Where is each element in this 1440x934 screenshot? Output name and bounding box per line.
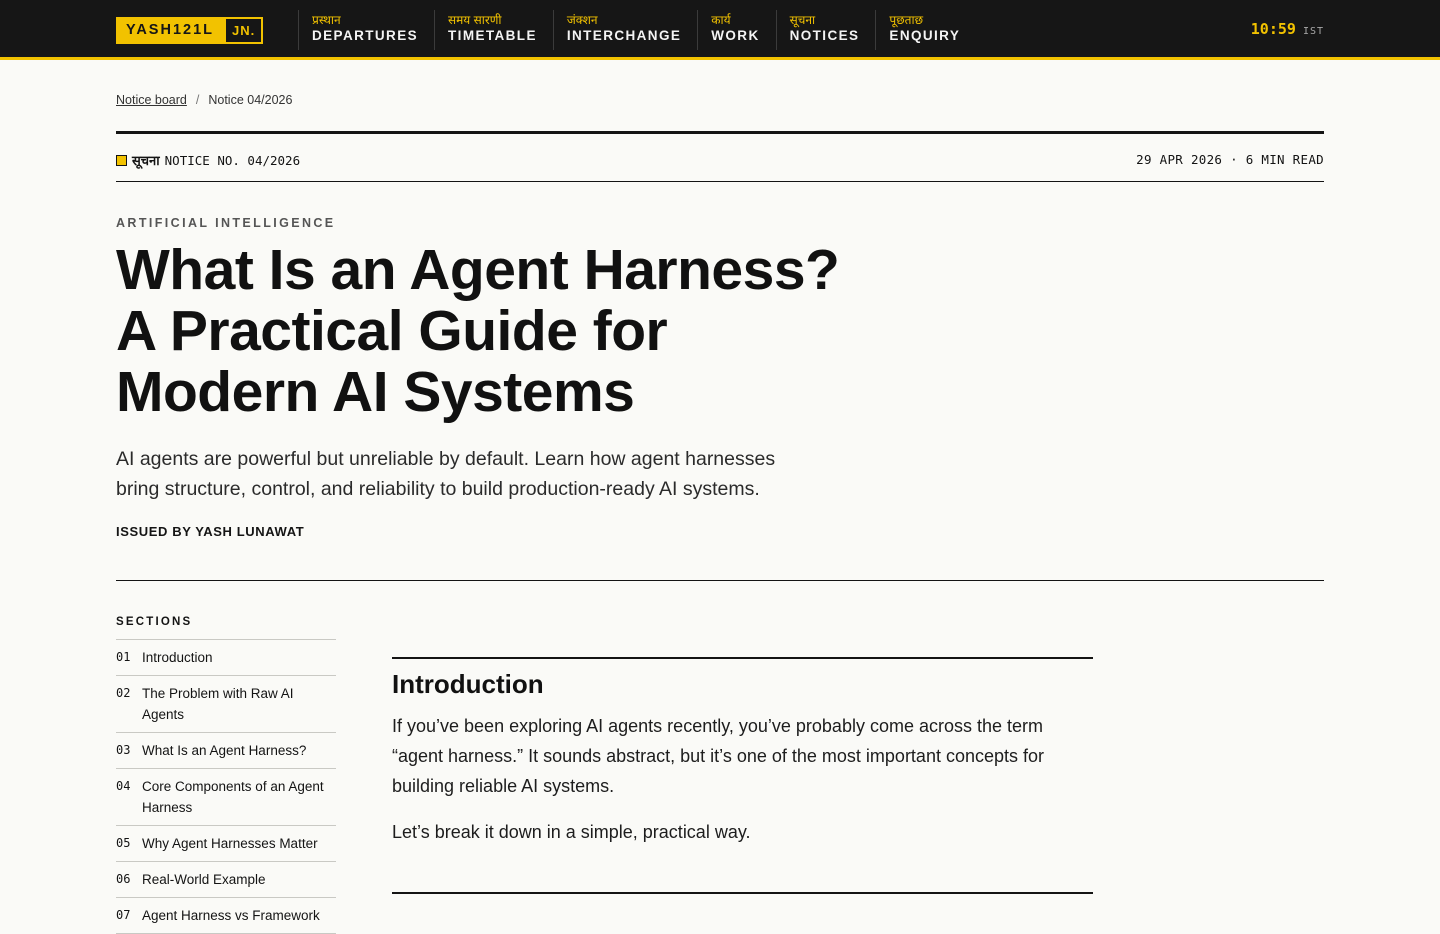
section-rule: [392, 892, 1093, 894]
nav-item-notices[interactable]: सूचना NOTICES: [775, 10, 876, 50]
toc-item-label: Introduction: [142, 650, 213, 665]
article-byline: ISSUED BY YASH LUNAWAT: [116, 524, 305, 539]
article-title-line: What Is an Agent Harness?: [116, 238, 840, 302]
section-rule: [392, 657, 1093, 659]
toc-item-number: 03: [116, 743, 131, 757]
toc-item-number: 04: [116, 779, 131, 793]
toc-item-number: 01: [116, 650, 131, 664]
site-logo[interactable]: YASH121L JN.: [116, 17, 264, 44]
notice-date-read-time: 29 APR 2026 · 6 MIN READ: [1136, 152, 1324, 167]
toc-item-number: 06: [116, 872, 131, 886]
sections-toc: SECTIONS 01 Introduction 02 The Problem …: [116, 616, 336, 934]
nav-item-hindi-label: प्रस्थान: [312, 13, 341, 27]
nav-item-hindi-label: पूछताछ: [889, 13, 924, 27]
breadcrumb: Notice board / Notice 04/2026: [116, 93, 292, 107]
toc-item-core-components[interactable]: 04 Core Components of an Agent Harness: [116, 769, 336, 826]
section-heading: Introduction: [392, 669, 544, 699]
nav-item-label: INTERCHANGE: [566, 28, 682, 43]
toc-item-label: Real-World Example: [142, 872, 266, 887]
article-title: What Is an Agent Harness? A Practical Gu…: [116, 240, 1016, 423]
article-title-line: A Practical Guide for: [116, 299, 668, 363]
breadcrumb-notice-board-link[interactable]: Notice board: [116, 93, 187, 107]
toc-item-label: The Problem with Raw AI Agents: [142, 686, 294, 722]
nav-item-hindi-label: जंक्शन: [566, 13, 598, 27]
toc-item-label: Agent Harness vs Framework: [142, 908, 320, 923]
toc-item-label: Why Agent Harnesses Matter: [142, 836, 318, 851]
article-dek: AI agents are powerful but unreliable by…: [116, 448, 776, 500]
notice-hindi-label: सूचना: [132, 154, 160, 169]
main-nav: प्रस्थान DEPARTURES समय सारणी TIMETABLE …: [298, 10, 976, 50]
toc-item-label: What Is an Agent Harness?: [142, 743, 307, 758]
toc-item-harness-vs-framework[interactable]: 07 Agent Harness vs Framework: [116, 898, 336, 934]
toc-item-real-world-example[interactable]: 06 Real-World Example: [116, 862, 336, 898]
article-body: Introduction If you’ve been exploring AI…: [392, 657, 1093, 894]
nav-item-enquiry[interactable]: पूछताछ ENQUIRY: [875, 10, 976, 50]
notice-number-block: सूचना NOTICE NO. 04/2026: [116, 151, 300, 169]
toc-item-introduction[interactable]: 01 Introduction: [116, 640, 336, 676]
logo-suffix: JN.: [224, 19, 262, 42]
logo-name: YASH121L: [118, 19, 225, 42]
toc-item-number: 07: [116, 908, 131, 922]
breadcrumb-separator: /: [195, 93, 200, 107]
clock-time: 10:59: [1250, 20, 1296, 38]
notice-meta-row: सूचना NOTICE NO. 04/2026 29 APR 2026 · 6…: [116, 131, 1324, 182]
nav-item-work[interactable]: कार्य WORK: [697, 10, 775, 50]
notice-number: NOTICE NO. 04/2026: [164, 152, 301, 168]
nav-item-departures[interactable]: प्रस्थान DEPARTURES: [298, 10, 434, 50]
toc-title: SECTIONS: [116, 616, 336, 640]
nav-item-label: NOTICES: [789, 28, 860, 43]
toc-item-what-is-agent-harness[interactable]: 03 What Is an Agent Harness?: [116, 733, 336, 769]
nav-item-interchange[interactable]: जंक्शन INTERCHANGE: [552, 10, 697, 50]
header-divider: [116, 580, 1324, 581]
toc-item-why-harnesses-matter[interactable]: 05 Why Agent Harnesses Matter: [116, 826, 336, 862]
station-clock: 10:59 IST: [1251, 20, 1324, 38]
section-paragraph: Let’s break it down in a simple, practic…: [392, 822, 751, 842]
toc-item-number: 02: [116, 686, 131, 700]
toc-item-problem-with-raw-agents[interactable]: 02 The Problem with Raw AI Agents: [116, 676, 336, 733]
breadcrumb-current: Notice 04/2026: [208, 93, 293, 107]
notice-square-icon: [116, 154, 127, 166]
nav-item-label: ENQUIRY: [889, 28, 961, 43]
toc-item-number: 05: [116, 836, 131, 850]
nav-item-label: WORK: [711, 28, 760, 43]
section-paragraph: If you’ve been exploring AI agents recen…: [392, 716, 1045, 796]
nav-item-hindi-label: समय सारणी: [448, 13, 502, 27]
nav-item-hindi-label: सूचना: [789, 13, 816, 27]
toc-item-label: Core Components of an Agent Harness: [142, 779, 324, 815]
top-navigation-bar: YASH121L JN. प्रस्थान DEPARTURES समय सार…: [0, 0, 1440, 60]
nav-item-label: TIMETABLE: [448, 28, 537, 43]
nav-item-timetable[interactable]: समय सारणी TIMETABLE: [434, 10, 553, 50]
article-category: ARTIFICIAL INTELLIGENCE: [116, 216, 336, 230]
nav-item-label: DEPARTURES: [312, 28, 419, 43]
clock-timezone: IST: [1302, 26, 1324, 37]
nav-item-hindi-label: कार्य: [711, 13, 731, 27]
article-title-line: Modern AI Systems: [116, 360, 635, 424]
